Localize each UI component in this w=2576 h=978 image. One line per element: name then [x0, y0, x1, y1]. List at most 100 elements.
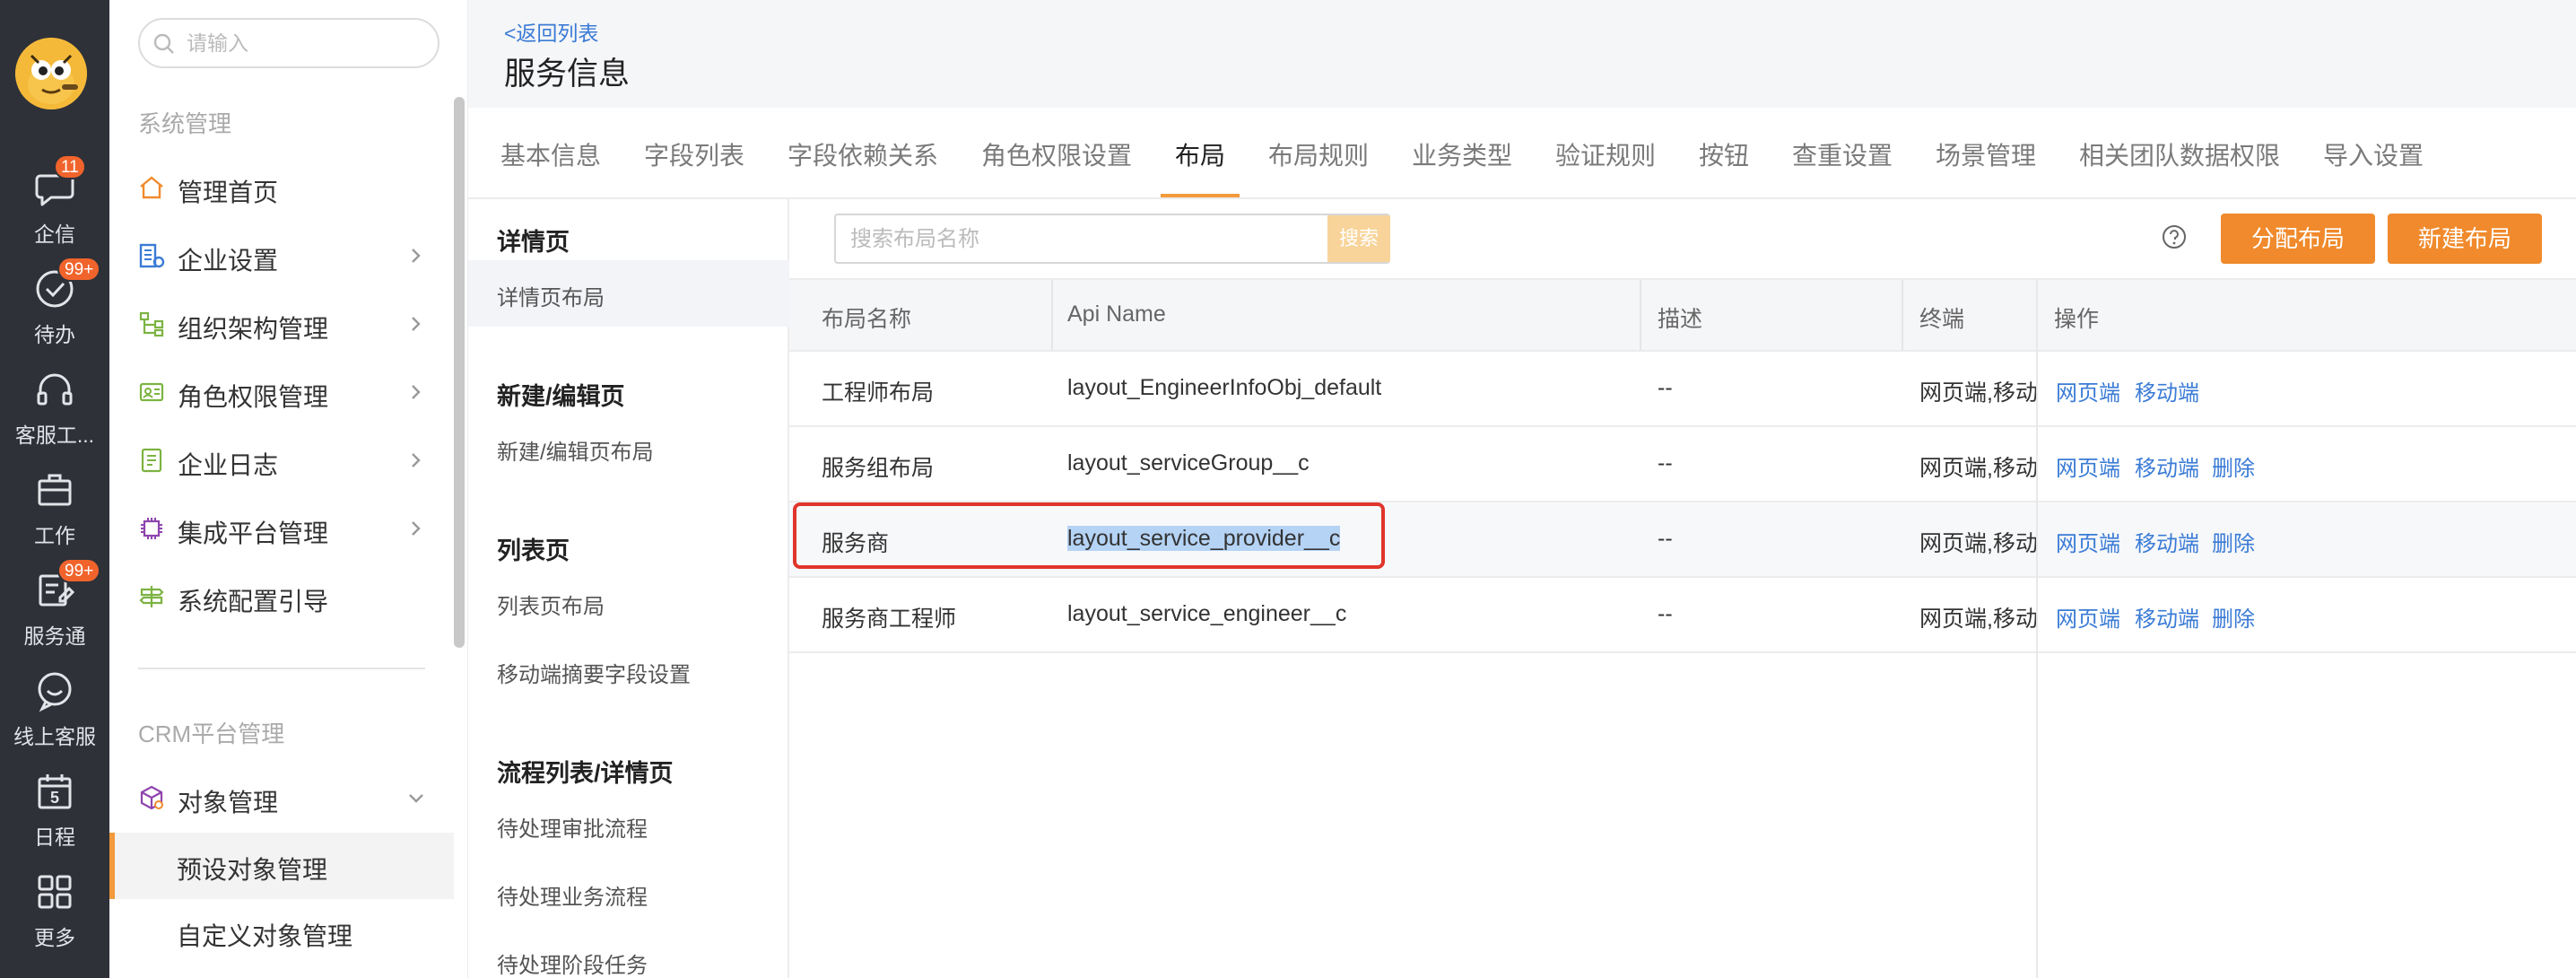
- layout-search-input[interactable]: [850, 224, 1299, 255]
- tab-layout-rules[interactable]: 布局规则: [1268, 136, 1369, 172]
- rail-label: 待办: [34, 323, 75, 346]
- rail-label: 客服工...: [14, 424, 95, 447]
- column-header-api-name: Api Name: [1067, 301, 1166, 327]
- subnav-label: 待处理阶段任务: [497, 954, 648, 978]
- menu-search[interactable]: [138, 18, 439, 68]
- assign-layout-button[interactable]: 分配布局: [2221, 214, 2375, 264]
- subnav-label: 列表页布局: [497, 595, 605, 619]
- column-divider[interactable]: [1051, 280, 1053, 350]
- subnav-item-detail-layout[interactable]: 详情页布局: [468, 260, 789, 327]
- menu-item-label: 组织架构管理: [178, 315, 329, 343]
- tab-business-type[interactable]: 业务类型: [1412, 136, 1512, 172]
- todo-badge: 99+: [57, 257, 101, 282]
- briefcase-icon: [38, 474, 72, 506]
- subnav-item-edit-layout[interactable]: 新建/编辑页布局: [468, 415, 789, 481]
- menu-item-company-settings[interactable]: 企业设置: [138, 228, 443, 282]
- service-badge: 99+: [57, 558, 101, 583]
- home-icon: [140, 176, 163, 199]
- cell-layout-name: 服务组布局: [822, 456, 935, 481]
- rail-item-work[interactable]: 工作: [0, 468, 109, 567]
- menu-item-org[interactable]: 组织架构管理: [138, 296, 443, 350]
- rail-label: 更多: [34, 926, 75, 949]
- rail-item-todo[interactable]: 待办 99+: [0, 257, 109, 366]
- tab-fields[interactable]: 字段列表: [644, 136, 744, 172]
- menu-scrollbar[interactable]: [454, 97, 465, 648]
- layout-search-button[interactable]: 搜索: [1327, 215, 1390, 262]
- building-icon: [139, 243, 165, 268]
- tab-basic-info[interactable]: 基本信息: [500, 136, 601, 172]
- rail-item-more[interactable]: 更多: [0, 870, 109, 969]
- web-layout-link[interactable]: 网页端: [2056, 601, 2120, 633]
- user-avatar[interactable]: [15, 38, 87, 109]
- rail-item-service[interactable]: 服务通 99+: [0, 558, 109, 668]
- subnav-item-mobile-summary[interactable]: 移动端摘要字段设置: [468, 637, 789, 703]
- menu-item-label: 企业日志: [178, 451, 279, 479]
- menu-item-log[interactable]: 企业日志: [138, 432, 443, 486]
- web-layout-link[interactable]: 网页端: [2056, 450, 2120, 482]
- menu-item-integration[interactable]: 集成平台管理: [138, 501, 443, 554]
- column-header-description: 描述: [1658, 307, 1703, 332]
- back-to-list-link[interactable]: <返回列表: [504, 16, 598, 47]
- mobile-layout-link[interactable]: 移动端: [2135, 450, 2199, 482]
- actions-column-divider: [2036, 278, 2038, 978]
- rail-item-online-service[interactable]: 线上客服: [0, 669, 109, 768]
- subnav-label: 移动端摘要字段设置: [497, 663, 691, 687]
- new-layout-button[interactable]: 新建布局: [2388, 214, 2542, 264]
- table-row: 服务商工程师 layout_service_engineer__c -- 网页端…: [789, 578, 2576, 653]
- cell-api-name: layout_service_engineer__c: [1067, 601, 1347, 626]
- rail-item-calendar[interactable]: 5 日程: [0, 770, 109, 869]
- tab-team-permission[interactable]: 相关团队数据权限: [2079, 136, 2280, 172]
- menu-item-label: 对象管理: [178, 789, 279, 816]
- cell-layout-name: 工程师布局: [822, 380, 935, 406]
- submenu-item-custom-objects[interactable]: 自定义对象管理: [109, 899, 454, 965]
- chevron-right-icon: [412, 249, 421, 263]
- mobile-layout-link[interactable]: 移动端: [2135, 526, 2199, 557]
- admin-menu: 系统管理 管理首页 企业设置 组织架构管理 角色权限管理 企业日志 集成平台管理…: [109, 0, 468, 978]
- subnav-item-stage-task[interactable]: 待处理阶段任务: [468, 928, 789, 978]
- tab-role-permission[interactable]: 角色权限设置: [981, 136, 1132, 172]
- subnav-item-business-flow[interactable]: 待处理业务流程: [468, 860, 789, 926]
- delete-link[interactable]: 删除: [2212, 601, 2255, 633]
- delete-link[interactable]: 删除: [2212, 526, 2255, 557]
- submenu-label: 预设对象管理: [177, 856, 328, 884]
- table-header: 布局名称 Api Name 描述 终端 操作: [789, 278, 2576, 352]
- tab-validation-rules[interactable]: 验证规则: [1555, 136, 1656, 172]
- web-layout-link[interactable]: 网页端: [2056, 375, 2120, 406]
- layout-search[interactable]: 搜索: [834, 214, 1390, 264]
- mobile-layout-link[interactable]: 移动端: [2135, 601, 2199, 633]
- unread-badge: 11: [54, 154, 86, 179]
- cell-terminal: 网页端,移动端: [1919, 607, 2038, 632]
- subnav-item-approval-flow[interactable]: 待处理审批流程: [468, 791, 789, 858]
- chevron-right-icon: [412, 521, 421, 536]
- subnav-item-list-layout[interactable]: 列表页布局: [468, 569, 789, 635]
- delete-link[interactable]: 删除: [2212, 450, 2255, 482]
- tab-scene-mgmt[interactable]: 场景管理: [1936, 136, 2036, 172]
- menu-item-object-mgmt[interactable]: 对象管理: [138, 770, 443, 824]
- menu-item-role[interactable]: 角色权限管理: [138, 364, 443, 418]
- rail-item-cs-workbench[interactable]: 客服工...: [0, 368, 109, 467]
- menu-item-config-guide[interactable]: 系统配置引导: [138, 569, 443, 623]
- rail-item-chat[interactable]: 企信 11: [0, 154, 109, 266]
- help-icon[interactable]: [2162, 224, 2187, 249]
- chevron-down-icon: [409, 794, 423, 803]
- left-rail: 企信 11 待办 99+ 客服工... 工作 服务通 99+ 线上客服 5 日程…: [0, 0, 109, 978]
- org-tree-icon: [139, 311, 164, 337]
- column-header-actions: 操作: [2054, 307, 2100, 332]
- chevron-right-icon: [412, 317, 421, 331]
- tab-buttons[interactable]: 按钮: [1699, 136, 1749, 172]
- submenu-item-preset-objects[interactable]: 预设对象管理: [109, 833, 454, 899]
- tab-field-dependency[interactable]: 字段依赖关系: [788, 136, 938, 172]
- online-service-icon: [38, 672, 72, 712]
- menu-search-input[interactable]: [187, 29, 420, 57]
- cell-description: --: [1658, 450, 1673, 476]
- column-divider[interactable]: [1902, 280, 1903, 350]
- subnav-label: 新建/编辑页布局: [497, 441, 654, 465]
- tab-duplicate-check[interactable]: 查重设置: [1792, 136, 1893, 172]
- tab-layout[interactable]: 布局: [1175, 136, 1225, 172]
- menu-item-home[interactable]: 管理首页: [138, 160, 443, 214]
- mobile-layout-link[interactable]: 移动端: [2135, 375, 2199, 406]
- web-layout-link[interactable]: 网页端: [2056, 526, 2120, 557]
- column-divider[interactable]: [1640, 280, 1641, 350]
- chevron-right-icon: [412, 385, 421, 399]
- tab-import-settings[interactable]: 导入设置: [2323, 136, 2424, 172]
